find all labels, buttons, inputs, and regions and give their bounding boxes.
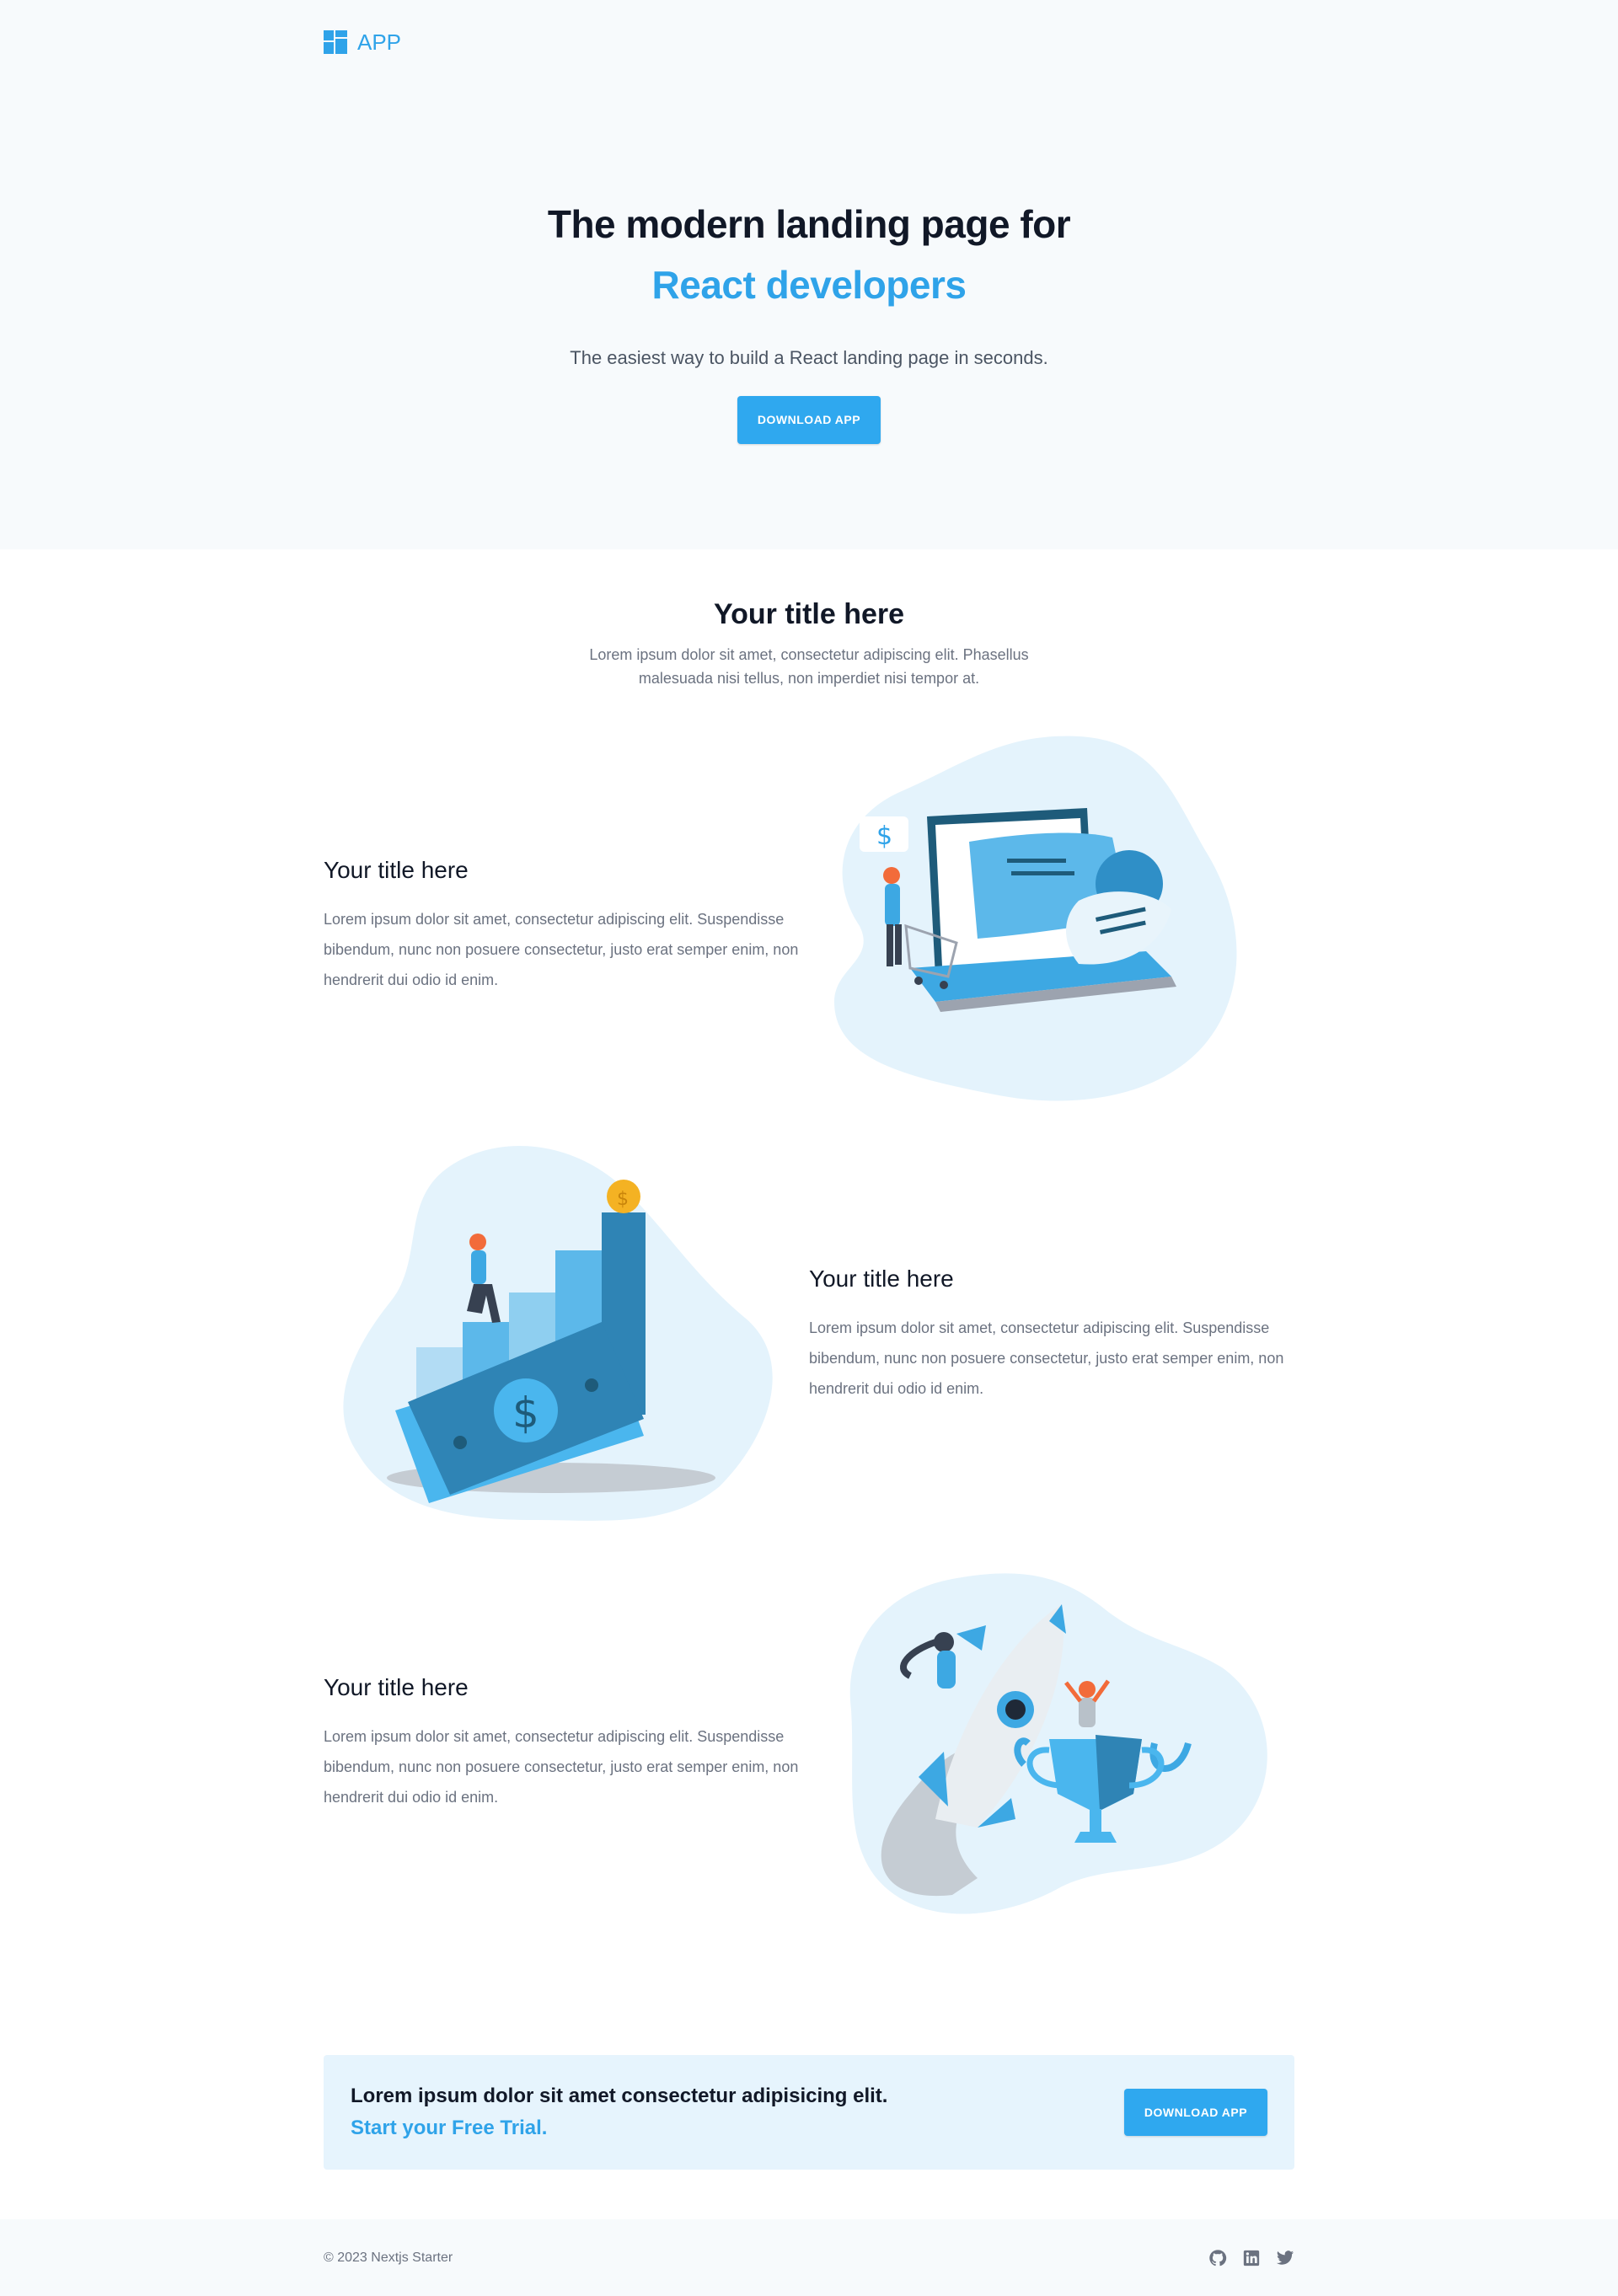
grid-logo-icon xyxy=(324,30,347,54)
github-icon[interactable] xyxy=(1208,2249,1227,2267)
cta-banner: Lorem ipsum dolor sit amet consectetur a… xyxy=(324,2055,1294,2170)
svg-text:$: $ xyxy=(876,822,892,851)
logo-text: APP xyxy=(357,29,402,55)
feature-title: Your title here xyxy=(324,1674,469,1700)
feature-row: Your title here Lorem ipsum dolor sit am… xyxy=(324,1541,1294,1945)
download-app-button[interactable]: DOWNLOAD APP xyxy=(737,396,881,444)
section-description: Lorem ipsum dolor sit amet, consectetur … xyxy=(589,646,1029,687)
section-title: Your title here xyxy=(713,598,905,630)
feature-description: Lorem ipsum dolor sit amet, consectetur … xyxy=(324,911,799,988)
feature-title: Your title here xyxy=(324,857,469,883)
social-links xyxy=(1208,2249,1294,2267)
svg-text:$: $ xyxy=(512,1389,539,1437)
copyright: © 2023 Nextjs Starter xyxy=(324,2250,453,2265)
features-section: Your title here Lorem ipsum dolor sit am… xyxy=(324,549,1294,2170)
logo-link[interactable]: APP xyxy=(324,29,401,56)
svg-text:$: $ xyxy=(617,1189,629,1210)
hero-subtitle: The easiest way to build a React landing… xyxy=(570,347,1048,368)
banner-title: Lorem ipsum dolor sit amet consectetur a… xyxy=(351,2085,888,2107)
feature-title: Your title here xyxy=(809,1266,954,1292)
feature-row: Your title here Lorem ipsum dolor sit am… xyxy=(324,724,1294,1128)
feature-description: Lorem ipsum dolor sit amet, consectetur … xyxy=(324,1728,799,1806)
linkedin-icon[interactable] xyxy=(1242,2249,1261,2267)
banner-download-app-button[interactable]: DOWNLOAD APP xyxy=(1124,2089,1267,2136)
twitter-icon[interactable] xyxy=(1276,2249,1294,2267)
hero-section: APP The modern landing page for React de… xyxy=(0,0,1618,549)
online-shopping-illustration: $ xyxy=(809,724,1294,1128)
hero-title: The modern landing page for xyxy=(547,202,1071,246)
footer: © 2023 Nextjs Starter xyxy=(0,2219,1618,2296)
rocket-trophy-illustration xyxy=(809,1541,1294,1945)
hero-title-highlight: React developers xyxy=(651,263,967,307)
feature-row: $ $ Your title here Lorem ipsum dolor si… xyxy=(324,1128,1294,1541)
banner-subtitle: Start your Free Trial. xyxy=(351,2117,548,2139)
growing-money-illustration: $ $ xyxy=(324,1132,809,1537)
navbar: APP xyxy=(324,0,1294,84)
feature-description: Lorem ipsum dolor sit amet, consectetur … xyxy=(809,1319,1284,1397)
hero-content: The modern landing page for React develo… xyxy=(324,84,1294,444)
